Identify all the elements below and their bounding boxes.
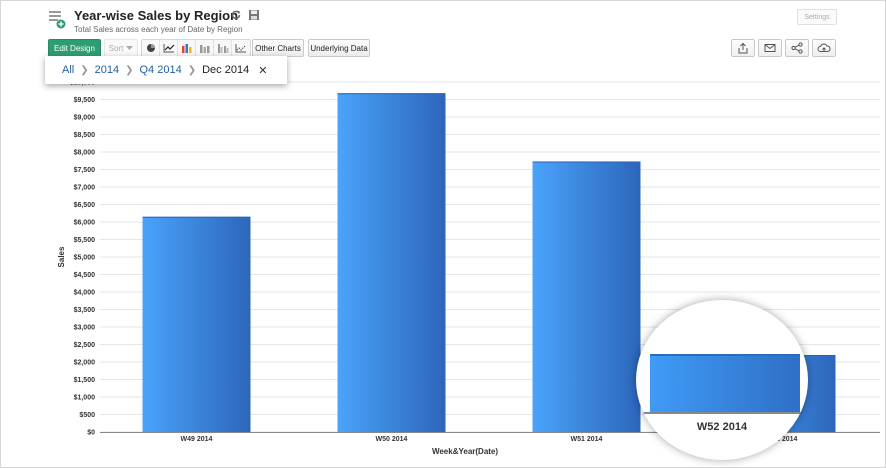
y-tick-label: $9,500 <box>74 97 96 104</box>
y-tick-label: $500 <box>79 412 95 419</box>
y-tick-label: $2,000 <box>74 360 96 367</box>
magnified-bar-label: W52 2014 <box>696 421 748 433</box>
y-tick-label: $0 <box>87 430 95 437</box>
y-tick-label: $1,000 <box>74 395 96 402</box>
chevron-right-icon: ❯ <box>187 64 197 76</box>
breadcrumb-item-all[interactable]: All <box>62 64 74 76</box>
x-tick-label: W50 2014 <box>376 436 408 443</box>
y-tick-label: $9,000 <box>74 115 96 122</box>
y-tick-label: $2,500 <box>74 342 96 349</box>
x-axis-title: Week&Year(Date) <box>432 447 498 456</box>
close-icon[interactable]: ✕ <box>258 64 267 77</box>
y-tick-label: $3,000 <box>74 325 96 332</box>
y-tick-label: $5,500 <box>74 237 96 244</box>
magnifier-callout: W52 2014 <box>636 300 808 460</box>
y-tick-label: $5,000 <box>74 255 96 262</box>
y-tick-label: $7,500 <box>74 167 96 174</box>
y-axis-ticks: $0 $500 $1,000 $1,500 $2,000 $2,500 $3,000 $3,5… <box>70 80 95 437</box>
y-axis-title: Sales <box>57 246 66 267</box>
x-tick-label: W51 2014 <box>571 436 603 443</box>
y-tick-label: $1,500 <box>74 377 96 384</box>
breadcrumb-item-year[interactable]: 2014 <box>95 64 119 76</box>
y-tick-label: $4,000 <box>74 290 96 297</box>
y-tick-label: $7,000 <box>74 185 96 192</box>
magnified-axis <box>636 412 808 414</box>
drilldown-breadcrumb: All ❯ 2014 ❯ Q4 2014 ❯ Dec 2014 ✕ <box>45 56 287 84</box>
y-tick-label: $8,000 <box>74 150 96 157</box>
y-tick-label: $6,500 <box>74 202 96 209</box>
bar[interactable] <box>337 93 446 432</box>
y-tick-label: $6,000 <box>74 220 96 227</box>
y-tick-label: $4,500 <box>74 272 96 279</box>
y-tick-label: $3,500 <box>74 307 96 314</box>
chevron-right-icon: ❯ <box>125 64 134 76</box>
bar[interactable] <box>142 216 251 432</box>
y-tick-label: $8,500 <box>74 132 96 139</box>
breadcrumb-current: Dec 2014 <box>202 64 250 76</box>
bar[interactable] <box>532 161 641 432</box>
chevron-right-icon: ❯ <box>80 64 89 76</box>
magnified-bar <box>650 354 800 412</box>
x-tick-label: W49 2014 <box>181 436 213 443</box>
breadcrumb-item-quarter[interactable]: Q4 2014 <box>140 64 182 76</box>
